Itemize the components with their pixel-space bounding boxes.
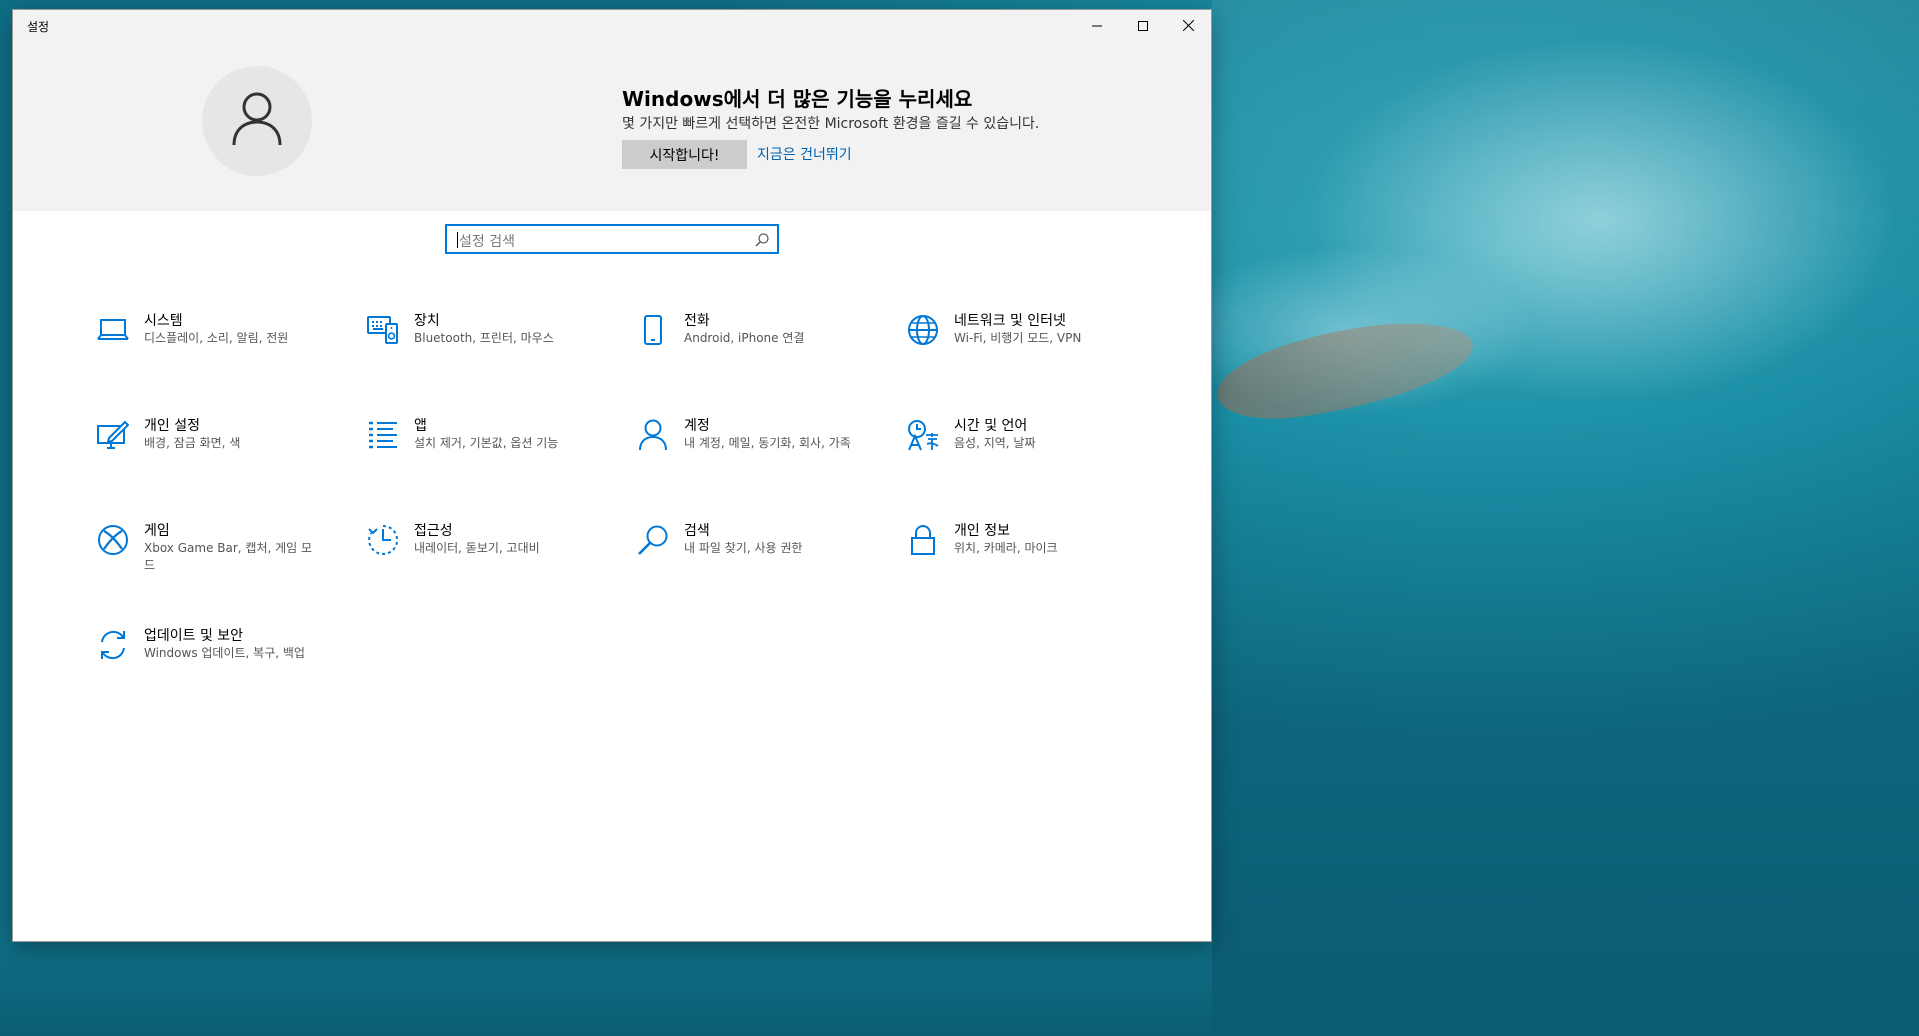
category-gaming[interactable]: 게임 Xbox Game Bar, 캡처, 게임 모드 xyxy=(93,520,343,610)
category-description: Windows 업데이트, 복구, 백업 xyxy=(144,646,305,660)
avatar xyxy=(202,66,312,176)
category-name: 개인 정보 xyxy=(954,523,1010,539)
category-description: 내 계정, 메일, 동기화, 회사, 가족 xyxy=(684,436,851,450)
category-name: 장치 xyxy=(414,313,440,329)
category-description: 위치, 카메라, 마이크 xyxy=(954,541,1058,555)
category-description: 디스플레이, 소리, 알림, 전원 xyxy=(144,331,289,345)
sync-icon xyxy=(93,625,133,665)
category-phone[interactable]: 전화 Android, iPhone 연결 xyxy=(633,310,883,400)
category-name: 시간 및 언어 xyxy=(954,418,1028,434)
category-description: Wi-Fi, 비행기 모드, VPN xyxy=(954,331,1082,345)
person-icon xyxy=(633,415,673,455)
search-icon[interactable] xyxy=(755,232,769,251)
category-description: 설치 제거, 기본값, 옵션 기능 xyxy=(414,436,559,450)
category-name: 네트워크 및 인터넷 xyxy=(954,313,1066,329)
category-name: 게임 xyxy=(144,523,170,539)
category-description: 내레이터, 돋보기, 고대비 xyxy=(414,541,540,555)
category-name: 시스템 xyxy=(144,313,183,329)
category-name: 검색 xyxy=(684,523,710,539)
category-privacy[interactable]: 개인 정보 위치, 카메라, 마이크 xyxy=(903,520,1153,610)
xbox-icon xyxy=(93,520,133,560)
category-description: 음성, 지역, 날짜 xyxy=(954,436,1036,450)
desktop-wallpaper-bottom xyxy=(0,941,1212,1036)
category-name: 앱 xyxy=(414,418,427,434)
personalization-icon xyxy=(93,415,133,455)
category-personalization[interactable]: 개인 설정 배경, 잠금 화면, 색 xyxy=(93,415,343,505)
category-ease-of-access[interactable]: 접근성 내레이터, 돋보기, 고대비 xyxy=(363,520,613,610)
search-input[interactable]: 설정 검색 xyxy=(445,224,779,254)
category-search[interactable]: 검색 내 파일 찾기, 사용 권한 xyxy=(633,520,883,610)
close-icon xyxy=(1182,20,1194,31)
category-name: 접근성 xyxy=(414,523,453,539)
category-apps[interactable]: 앱 설치 제거, 기본값, 옵션 기능 xyxy=(363,415,613,505)
category-system[interactable]: 시스템 디스플레이, 소리, 알림, 전원 xyxy=(93,310,343,400)
laptop-icon xyxy=(93,310,133,350)
category-description: Xbox Game Bar, 캡처, 게임 모드 xyxy=(144,541,313,572)
phone-icon xyxy=(633,310,673,350)
settings-window: 설정 Windows에서 더 많은 기능을 누리세요 몇 가지만 빠르게 선택하… xyxy=(13,10,1211,941)
apps-list-icon xyxy=(363,415,403,455)
user-icon xyxy=(231,91,283,151)
maximize-icon xyxy=(1138,20,1148,31)
category-time-language[interactable]: 시간 및 언어 음성, 지역, 날짜 xyxy=(903,415,1153,505)
banner-subtitle: 몇 가지만 빠르게 선택하면 온전한 Microsoft 환경을 즐길 수 있습… xyxy=(622,116,1040,132)
window-title: 설정 xyxy=(27,20,50,34)
category-name: 전화 xyxy=(684,313,710,329)
title-bar[interactable]: 설정 xyxy=(13,10,1211,41)
category-update-security[interactable]: 업데이트 및 보안 Windows 업데이트, 복구, 백업 xyxy=(93,625,343,715)
category-description: 내 파일 찾기, 사용 권한 xyxy=(684,541,803,555)
lock-icon xyxy=(903,520,943,560)
minimize-icon xyxy=(1092,21,1102,31)
minimize-button[interactable] xyxy=(1074,10,1120,41)
category-name: 업데이트 및 보안 xyxy=(144,628,244,644)
skip-link[interactable]: 지금은 건너뛰기 xyxy=(757,144,852,164)
close-button[interactable] xyxy=(1165,10,1211,41)
text-caret xyxy=(457,232,458,248)
category-devices[interactable]: 장치 Bluetooth, 프린터, 마우스 xyxy=(363,310,613,400)
category-name: 계정 xyxy=(684,418,710,434)
ease-of-access-icon xyxy=(363,520,403,560)
wallpaper-ribbon xyxy=(1210,312,1480,428)
get-started-button[interactable]: 시작합니다! xyxy=(622,140,747,169)
search-icon xyxy=(633,520,673,560)
devices-icon xyxy=(363,310,403,350)
time-language-icon xyxy=(903,415,943,455)
category-description: Bluetooth, 프린터, 마우스 xyxy=(414,331,554,345)
category-accounts[interactable]: 계정 내 계정, 메일, 동기화, 회사, 가족 xyxy=(633,415,883,505)
category-name: 개인 설정 xyxy=(144,418,200,434)
category-network[interactable]: 네트워크 및 인터넷 Wi-Fi, 비행기 모드, VPN xyxy=(903,310,1153,400)
banner-title: Windows에서 더 많은 기능을 누리세요 xyxy=(622,87,973,111)
account-banner: Windows에서 더 많은 기능을 누리세요 몇 가지만 빠르게 선택하면 온… xyxy=(13,41,1211,211)
maximize-button[interactable] xyxy=(1120,10,1166,41)
category-description: Android, iPhone 연결 xyxy=(684,331,805,345)
category-description: 배경, 잠금 화면, 색 xyxy=(144,436,241,450)
desktop-wallpaper xyxy=(1212,0,1919,1036)
search-placeholder: 설정 검색 xyxy=(459,234,515,250)
globe-icon xyxy=(903,310,943,350)
